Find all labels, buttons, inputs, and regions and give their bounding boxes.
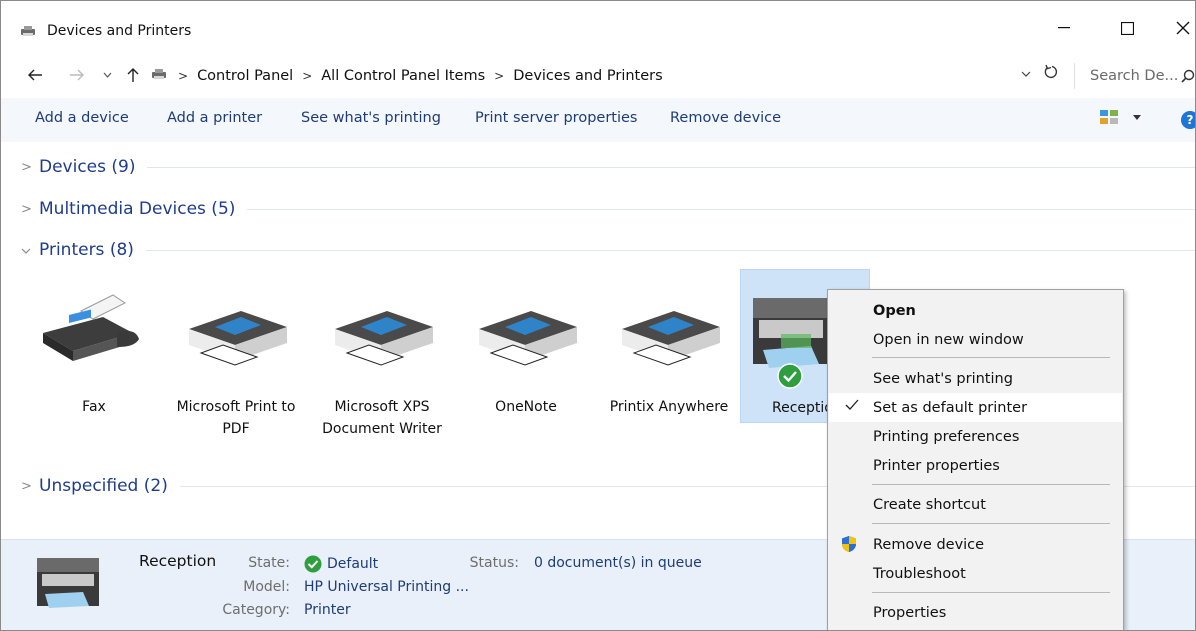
devices-and-printers-window: Devices and Printers > Control Panel > A… (0, 0, 1196, 631)
device-label: OneNote (495, 399, 557, 415)
group-divider (147, 166, 1195, 168)
status-value: 0 document(s) in queue (534, 555, 702, 571)
menu-printer-properties[interactable]: Printer properties (829, 451, 1122, 480)
menu-properties[interactable]: Properties (829, 598, 1122, 627)
state-value-text: Default (327, 556, 379, 572)
menu-set-default-printer[interactable]: Set as default printer (829, 393, 1122, 422)
group-devices[interactable]: > Devices (9) (21, 155, 1195, 179)
group-divider (247, 208, 1195, 210)
menu-open-new-window[interactable]: Open in new window (829, 325, 1122, 354)
menu-separator (872, 357, 1110, 358)
group-multimedia-devices[interactable]: > Multimedia Devices (5) (21, 197, 1195, 221)
state-value: Default (304, 555, 378, 573)
default-check-icon (304, 555, 322, 573)
command-bar: Add a device Add a printer See what's pr… (1, 98, 1195, 142)
device-label: Microsoft Print to PDF (176, 399, 296, 437)
window-title: Devices and Printers (47, 23, 192, 39)
breadcrumb-control-panel[interactable]: Control Panel (197, 68, 293, 84)
menu-separator (872, 592, 1110, 593)
search-icon[interactable] (1181, 69, 1195, 87)
device-tile-microsoft-xps-document-writer[interactable]: Microsoft XPS Document Writer (317, 269, 447, 459)
mfp-printer-icon (33, 552, 105, 616)
group-divider (145, 249, 1195, 251)
device-label: Fax (82, 399, 106, 415)
state-key: State: (248, 555, 290, 571)
menu-separator (872, 484, 1110, 485)
menu-separator (872, 523, 1110, 524)
expand-chevron-icon[interactable]: > (21, 202, 35, 217)
model-value: HP Universal Printing ... (304, 579, 469, 595)
printer-icon (171, 289, 301, 379)
menu-set-default-printer-label: Set as default printer (873, 399, 1028, 416)
breadcrumb-all-items[interactable]: All Control Panel Items (321, 68, 485, 84)
group-devices-label: Devices (9) (39, 157, 136, 177)
breadcrumb-separator-icon[interactable]: > (178, 69, 188, 83)
status-key: Status: (469, 555, 519, 571)
forward-arrow-icon[interactable] (67, 64, 87, 86)
device-tile-onenote[interactable]: OneNote (461, 269, 591, 459)
breadcrumb-separator-icon[interactable]: > (302, 69, 312, 83)
device-label: Microsoft XPS Document Writer (322, 399, 442, 437)
device-label: Printix Anywhere (609, 399, 729, 415)
search-input[interactable]: Search De... (1074, 63, 1195, 89)
category-value: Printer (304, 602, 351, 618)
printer-icon (461, 289, 591, 379)
group-unspecified-label: Unspecified (2) (39, 476, 168, 496)
add-device-button[interactable]: Add a device (35, 110, 129, 126)
menu-printing-preferences[interactable]: Printing preferences (829, 422, 1122, 451)
menu-see-whats-printing[interactable]: See what's printing (829, 364, 1122, 393)
default-printer-check-icon (777, 363, 803, 393)
breadcrumb-separator-icon[interactable]: > (494, 69, 504, 83)
print-server-properties-button[interactable]: Print server properties (475, 110, 637, 126)
menu-remove-device[interactable]: Remove device (829, 530, 1122, 559)
menu-create-shortcut[interactable]: Create shortcut (829, 490, 1122, 519)
devices-printers-app-icon (20, 23, 36, 41)
change-view-icon[interactable] (1100, 110, 1118, 128)
uac-shield-icon (841, 535, 857, 557)
add-printer-button[interactable]: Add a printer (167, 110, 262, 126)
maximize-button[interactable] (1107, 13, 1147, 43)
close-button[interactable] (1163, 13, 1195, 43)
breadcrumb-devices-and-printers[interactable]: Devices and Printers (513, 68, 662, 84)
printer-icon (604, 289, 734, 379)
expand-chevron-icon[interactable]: > (21, 160, 35, 175)
minimize-button[interactable] (1044, 13, 1084, 43)
address-bar: > Control Panel > All Control Panel Item… (1, 56, 1195, 94)
menu-open[interactable]: Open (829, 296, 1122, 325)
refresh-icon[interactable] (1044, 64, 1058, 85)
breadcrumb: > Control Panel > All Control Panel Item… (151, 63, 1041, 89)
checkmark-icon (845, 398, 859, 416)
fax-icon (29, 289, 159, 379)
device-tile-fax[interactable]: Fax (29, 269, 159, 459)
expand-chevron-icon[interactable]: > (21, 479, 35, 494)
group-printers-label: Printers (8) (39, 240, 134, 260)
breadcrumb-root-icon[interactable] (151, 68, 167, 84)
recent-locations-chevron-icon[interactable] (97, 64, 117, 86)
remove-device-button[interactable]: Remove device (670, 110, 781, 126)
view-options-dropdown-icon[interactable] (1133, 113, 1141, 123)
collapse-chevron-icon[interactable] (21, 243, 35, 258)
model-key: Model: (243, 579, 290, 595)
up-arrow-icon[interactable] (123, 64, 143, 86)
selected-device-name: Reception (139, 552, 217, 570)
device-tile-printix-anywhere[interactable]: Printix Anywhere (604, 269, 734, 459)
printer-icon (317, 289, 447, 379)
menu-troubleshoot[interactable]: Troubleshoot (829, 559, 1122, 588)
title-bar: Devices and Printers (1, 1, 1195, 51)
address-dropdown-icon[interactable] (1021, 69, 1031, 80)
help-icon[interactable]: ? (1181, 111, 1195, 129)
menu-remove-device-label: Remove device (873, 536, 985, 553)
group-printers[interactable]: Printers (8) (21, 238, 1195, 262)
category-key: Category: (222, 602, 290, 618)
device-tile-microsoft-print-to-pdf[interactable]: Microsoft Print to PDF (171, 269, 301, 459)
back-arrow-icon[interactable] (25, 64, 45, 86)
context-menu: Open Open in new window See what's print… (827, 289, 1124, 630)
see-whats-printing-button[interactable]: See what's printing (301, 110, 441, 126)
group-multimedia-label: Multimedia Devices (5) (39, 199, 236, 219)
